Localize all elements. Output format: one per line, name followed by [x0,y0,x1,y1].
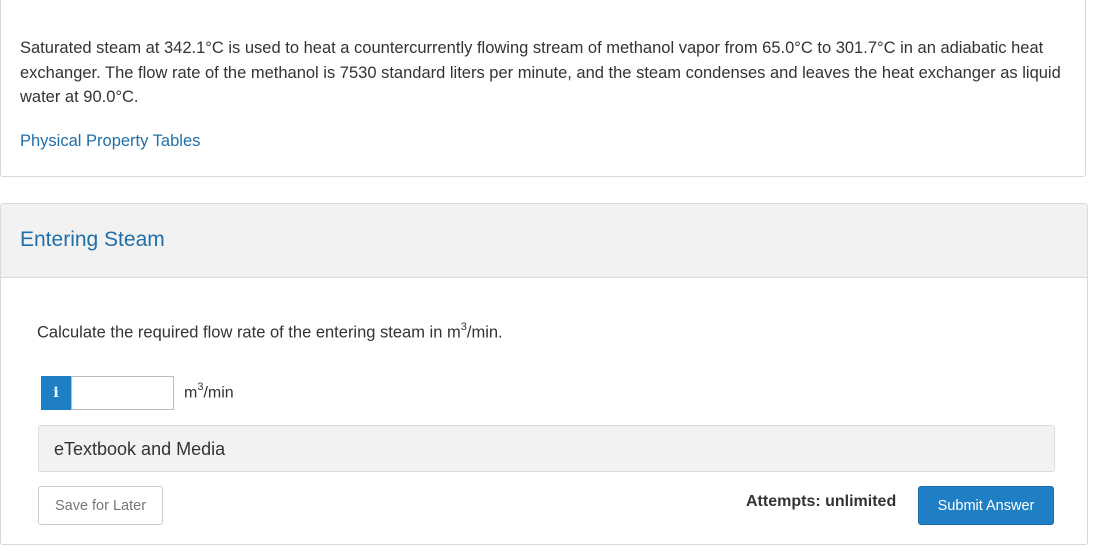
etextbook-media-label: eTextbook and Media [54,439,226,459]
submit-answer-button[interactable]: Submit Answer [918,486,1054,525]
save-for-later-button[interactable]: Save for Later [38,486,163,525]
unit-suffix: /min [203,384,234,402]
question-suffix: /min. [466,323,503,342]
attempts-label: Attempts: unlimited [746,493,897,510]
info-icon[interactable]: i [41,376,71,410]
question-exponent: 3 [460,321,467,333]
part-title: Entering Steam [20,228,165,251]
unit-exponent: 3 [197,381,204,393]
problem-card: Saturated steam at 342.1°C is used to he… [0,0,1086,177]
etextbook-media-toggle[interactable]: eTextbook and Media [38,425,1055,472]
problem-statement: Saturated steam at 342.1°C is used to he… [20,39,1061,106]
part-card: Entering Steam Calculate the required fl… [0,203,1088,545]
physical-property-tables-link[interactable]: Physical Property Tables [20,132,200,151]
unit-label: m3/min [184,381,234,402]
question-prefix: Calculate the required flow rate of the … [37,323,461,342]
answer-input[interactable] [71,376,174,410]
unit-base: m [184,384,198,402]
part-header: Entering Steam [1,204,1087,278]
question-text: Calculate the required flow rate of the … [37,321,503,343]
